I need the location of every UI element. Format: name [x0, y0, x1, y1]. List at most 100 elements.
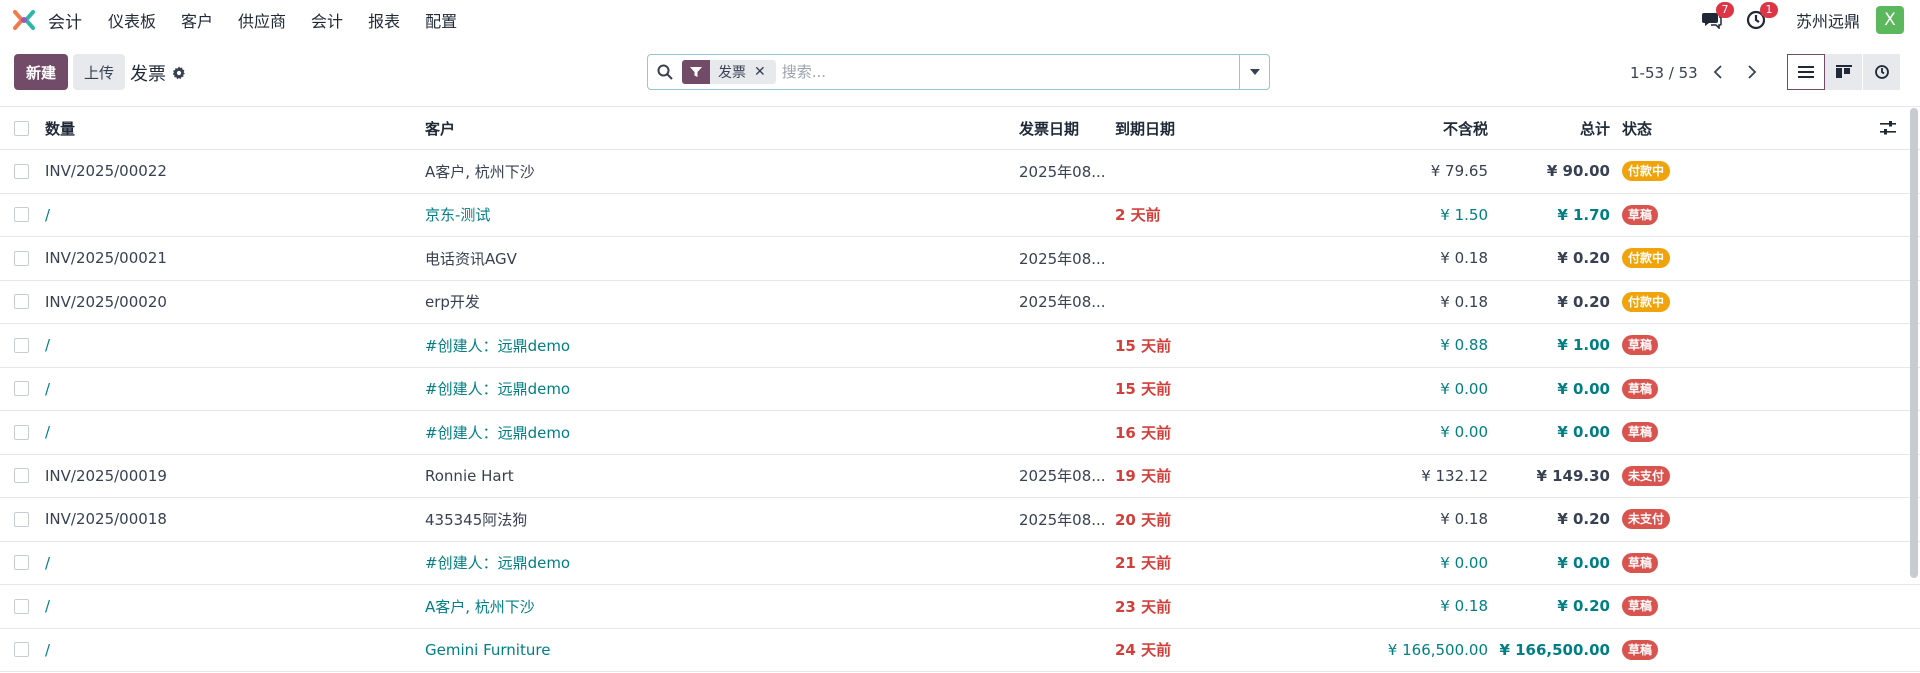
customer-name[interactable]: Ronnie Hart	[425, 455, 1005, 498]
column-header-status[interactable]: 状态	[1622, 107, 1742, 149]
control-panel: 新建 上传 发票 发票 ✕ 1-53 / 53	[0, 40, 1920, 106]
row-checkbox[interactable]	[14, 455, 29, 498]
menu-dashboard[interactable]: 仪表板	[108, 8, 156, 32]
invoice-number[interactable]: /	[45, 585, 405, 628]
activity-view-button[interactable]	[1863, 54, 1901, 90]
user-avatar[interactable]: X	[1876, 6, 1904, 34]
invoice-number[interactable]: /	[45, 194, 405, 237]
table-row[interactable]: INV/2025/00021 电话资讯AGV 2025年08... ¥ 0.18 ¥ 0…	[0, 237, 1920, 281]
amount-total: ¥ 0.00	[1557, 423, 1610, 442]
invoice-number[interactable]: INV/2025/00018	[45, 498, 405, 541]
search-input[interactable]	[781, 55, 1239, 89]
table-row[interactable]: / A客户, 杭州下沙 23 天前 ¥ 0.18 ¥ 0.20 草稿	[0, 585, 1920, 629]
status-cell: 未支付	[1622, 455, 1742, 498]
customer-name[interactable]: erp开发	[425, 281, 1005, 324]
messages-button[interactable]: 7	[1700, 2, 1734, 32]
table-row[interactable]: INV/2025/00019 Ronnie Hart 2025年08... 19 天前…	[0, 455, 1920, 498]
customer-name[interactable]: A客户, 杭州下沙	[425, 585, 1005, 628]
row-checkbox[interactable]	[14, 498, 29, 541]
odoo-logo-icon[interactable]	[12, 8, 36, 32]
customer-name[interactable]: #创建人：远鼎demo	[425, 411, 1005, 454]
column-header-due-date[interactable]: 到期日期	[1115, 107, 1225, 149]
status-badge: 未支付	[1622, 509, 1671, 530]
facet-remove-icon[interactable]: ✕	[754, 64, 776, 80]
customer-name[interactable]: 435345阿法狗	[425, 498, 1005, 541]
row-checkbox[interactable]	[14, 150, 29, 193]
kanban-view-button[interactable]	[1825, 54, 1863, 90]
table-row[interactable]: / #创建人：远鼎demo 15 天前 ¥ 0.00 ¥ 0.00 草稿	[0, 368, 1920, 411]
table-row[interactable]: / #创建人：远鼎demo 15 天前 ¥ 0.88 ¥ 1.00 草稿	[0, 324, 1920, 368]
search-options-toggle[interactable]	[1239, 55, 1269, 89]
status-badge: 付款中	[1622, 161, 1671, 182]
invoice-number[interactable]: /	[45, 324, 405, 367]
invoice-number[interactable]: /	[45, 411, 405, 454]
column-header-customer[interactable]: 客户	[425, 107, 1005, 149]
search-facet: 发票 ✕	[682, 60, 776, 84]
menu-reports[interactable]: 报表	[368, 8, 400, 32]
optional-columns-toggle[interactable]	[1880, 107, 1900, 149]
row-checkbox[interactable]	[14, 281, 29, 324]
due-date: 15 天前	[1115, 336, 1172, 355]
column-header-total[interactable]: 总计	[1450, 107, 1610, 149]
table-row[interactable]: INV/2025/00020 erp开发 2025年08... ¥ 0.18 ¥ 0.2…	[0, 281, 1920, 324]
table-row[interactable]: / 京东-测试 2 天前 ¥ 1.50 ¥ 1.70 草稿	[0, 194, 1920, 237]
table-row[interactable]: / #创建人：远鼎demo 16 天前 ¥ 0.00 ¥ 0.00 草稿	[0, 411, 1920, 455]
app-title[interactable]: 会计	[48, 8, 82, 33]
customer-name[interactable]: Gemini Furniture	[425, 629, 1005, 672]
row-checkbox[interactable]	[14, 585, 29, 628]
row-checkbox[interactable]	[14, 194, 29, 237]
invoice-number[interactable]: /	[45, 542, 405, 585]
select-all-checkbox[interactable]	[14, 107, 29, 149]
menu-vendors[interactable]: 供应商	[238, 8, 286, 32]
due-date: 21 天前	[1115, 554, 1172, 573]
table-row[interactable]: INV/2025/00018 435345阿法狗 2025年08... 20 天前 ¥ …	[0, 498, 1920, 542]
clock-icon	[1874, 65, 1889, 79]
menu-accounting[interactable]: 会计	[311, 8, 343, 32]
status-badge: 付款中	[1622, 291, 1671, 312]
navbar-systray: 7 1 苏州远鼎 X	[1680, 0, 1904, 40]
search-button[interactable]	[648, 64, 682, 80]
top-navbar: 会计 仪表板 客户 供应商 会计 报表 配置 7 1 苏州远鼎 X	[0, 0, 1920, 40]
pager-previous-button[interactable]	[1707, 60, 1727, 84]
activities-button[interactable]: 1	[1744, 2, 1778, 32]
invoice-number[interactable]: INV/2025/00019	[45, 455, 405, 498]
row-checkbox[interactable]	[14, 368, 29, 411]
row-checkbox[interactable]	[14, 411, 29, 454]
column-header-number[interactable]: 数量	[45, 107, 405, 149]
table-row[interactable]: INV/2025/00022 A客户, 杭州下沙 2025年08... ¥ 79.65…	[0, 150, 1920, 194]
row-checkbox[interactable]	[14, 542, 29, 585]
facet-label: 发票	[718, 65, 746, 81]
invoice-number[interactable]: INV/2025/00020	[45, 281, 405, 324]
customer-name[interactable]: #创建人：远鼎demo	[425, 324, 1005, 367]
customer-name[interactable]: 电话资讯AGV	[425, 237, 1005, 280]
status-cell: 草稿	[1622, 194, 1742, 237]
row-checkbox[interactable]	[14, 629, 29, 672]
table-row[interactable]: / #创建人：远鼎demo 21 天前 ¥ 0.00 ¥ 0.00 草稿	[0, 542, 1920, 585]
pager-value[interactable]: 1-53 / 53	[1630, 64, 1698, 82]
customer-name[interactable]: #创建人：远鼎demo	[425, 368, 1005, 411]
status-cell: 草稿	[1622, 368, 1742, 411]
table-row[interactable]: / Gemini Furniture 24 天前 ¥ 166,500.00 ¥ 166,…	[0, 629, 1920, 672]
menu-customers[interactable]: 客户	[181, 8, 213, 32]
invoice-number[interactable]: /	[45, 629, 405, 672]
new-button[interactable]: 新建	[14, 54, 68, 90]
list-view-button[interactable]	[1787, 54, 1825, 90]
invoice-number[interactable]: INV/2025/00021	[45, 237, 405, 280]
menu-configuration[interactable]: 配置	[425, 8, 457, 32]
upload-button[interactable]: 上传	[73, 54, 125, 90]
gear-icon[interactable]	[172, 66, 186, 80]
row-checkbox[interactable]	[14, 237, 29, 280]
invoice-number[interactable]: /	[45, 368, 405, 411]
chevron-left-icon	[1713, 65, 1722, 79]
company-switcher[interactable]: 苏州远鼎	[1796, 8, 1860, 32]
invoice-number[interactable]: INV/2025/00022	[45, 150, 405, 193]
column-header-invoice-date[interactable]: 发票日期	[1019, 107, 1107, 149]
amount-total: ¥ 166,500.00	[1499, 640, 1610, 659]
row-checkbox[interactable]	[14, 324, 29, 367]
customer-name[interactable]: A客户, 杭州下沙	[425, 150, 1005, 193]
customer-name[interactable]: 京东-测试	[425, 194, 1005, 237]
invoice-date	[1019, 542, 1107, 585]
pager-next-button[interactable]	[1742, 60, 1762, 84]
vertical-scrollbar[interactable]	[1910, 108, 1918, 578]
customer-name[interactable]: #创建人：远鼎demo	[425, 542, 1005, 585]
